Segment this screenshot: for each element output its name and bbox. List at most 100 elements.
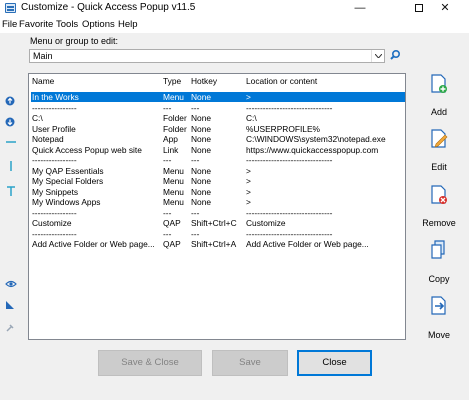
edit-icon[interactable] [430,129,448,148]
maximize-icon [415,4,423,13]
cell-location: ------------------------------- [246,102,333,113]
cell-type: Link [163,144,179,155]
cell-type: Menu [163,176,184,186]
cell-hotkey: None [191,176,212,186]
minimize-button[interactable]: — [338,0,382,17]
chevron-down-icon[interactable] [371,50,384,62]
cell-location: ------------------------------- [246,155,333,165]
cell-hotkey: None [191,165,212,176]
cell-location: ------------------------------- [246,207,333,218]
table-row[interactable]: ---------------- --- --- ------------------… [31,155,405,165]
cell-name: In the Works [32,92,79,102]
table-row[interactable]: Add Active Folder or Web page... QAP Shift… [31,239,405,249]
copy-label[interactable]: Copy [414,274,464,284]
column-header-type[interactable]: Type [163,76,191,86]
remove-label[interactable]: Remove [414,218,464,228]
column-header-hotkey[interactable]: Hotkey [191,76,246,86]
cell-type: Folder [163,113,187,123]
menu-select-dropdown[interactable]: Main [29,49,385,63]
cell-type: --- [163,155,172,165]
table-row[interactable]: ---------------- --- --- ------------------… [31,103,405,113]
save-and-close-button[interactable]: Save & Close [98,350,202,376]
cell-type: QAP [163,239,181,249]
eye-icon[interactable] [5,279,17,291]
move-up-icon[interactable] [5,96,17,108]
column-header-location[interactable]: Location or content [246,76,404,86]
save-button[interactable]: Save [212,350,288,376]
cell-hotkey: None [191,113,212,123]
close-window-button[interactable]: ✕ [423,0,467,17]
cell-name: ---------------- [32,102,77,113]
cell-name: My Special Folders [32,176,104,186]
table-row[interactable]: Quick Access Popup web site Link None https… [31,145,405,155]
menu-options[interactable]: Options [82,19,115,30]
cell-hotkey: None [191,134,212,144]
title-bar: Customize - Quick Access Popup v11.5 — ✕ [0,0,469,17]
sort-icon[interactable] [5,300,17,312]
menu-favorite[interactable]: Favorite [19,19,53,30]
cell-name: Add Active Folder or Web page... [32,239,155,249]
cell-hotkey: Shift+Ctrl+A [191,239,237,249]
table-row[interactable]: In the Works Menu None > [31,92,405,102]
move-down-icon[interactable] [5,117,17,129]
cell-type: Folder [163,123,187,134]
table-row[interactable]: My Windows Apps Menu None > [31,197,405,207]
table-row[interactable]: Customize QAP Shift+Ctrl+C Customize [31,218,405,228]
cell-name: My Snippets [32,186,79,197]
edit-label[interactable]: Edit [414,162,464,172]
cell-location: > [246,186,251,197]
cell-location: > [246,92,251,102]
text-separator-icon[interactable] [5,185,17,197]
column-break-icon[interactable] [5,160,17,172]
cell-hotkey: --- [191,102,200,113]
cell-location: > [246,197,251,207]
cell-name: User Profile [32,123,76,134]
cell-name: ---------------- [32,228,77,239]
search-icon[interactable] [389,49,401,61]
add-label[interactable]: Add [414,107,464,117]
table-row[interactable]: Notepad App None C:\WINDOWS\system32\notepa… [31,134,405,144]
column-header-name[interactable]: Name [32,76,162,86]
cell-name: Quick Access Popup web site [32,144,142,155]
table-row[interactable]: User Profile Folder None %USERPROFILE% [31,124,405,134]
cell-hotkey: --- [191,155,200,165]
cell-type: Menu [163,197,184,207]
cell-location: > [246,165,251,176]
cell-location: %USERPROFILE% [246,123,320,134]
table-row[interactable]: C:\ Folder None C:\ [31,113,405,123]
cell-location: C:\ [246,113,257,123]
menu-tools[interactable]: Tools [56,19,78,30]
cell-hotkey: None [191,197,212,207]
table-row[interactable]: ---------------- --- --- ------------------… [31,229,405,239]
move-icon[interactable] [430,296,448,315]
copy-icon[interactable] [430,240,448,259]
close-button[interactable]: Close [297,350,372,376]
menu-bar: File Favorite Tools Options Help [0,17,469,33]
menu-file[interactable]: File [2,19,17,30]
table-row[interactable]: My Special Folders Menu None > [31,176,405,186]
cell-location: https://www.quickaccesspopup.com [246,144,379,155]
cell-name: Notepad [32,134,64,144]
cell-name: ---------------- [32,155,77,165]
cell-location: Add Active Folder or Web page... [246,239,369,249]
cell-hotkey: None [191,186,212,197]
separator-icon[interactable] [5,136,17,148]
cell-hotkey: None [191,123,212,134]
cell-name: My Windows Apps [32,197,101,207]
favorites-list[interactable]: Name Type Hotkey Location or content In … [28,73,406,340]
table-row[interactable]: My Snippets Menu None > [31,187,405,197]
move-label[interactable]: Move [414,330,464,340]
menu-select-label: Menu or group to edit: [30,36,119,46]
table-row[interactable]: ---------------- --- --- ------------------… [31,208,405,218]
cell-type: Menu [163,92,184,102]
cell-name: My QAP Essentials [32,165,104,176]
remove-icon[interactable] [430,185,448,204]
table-row[interactable]: My QAP Essentials Menu None > [31,166,405,176]
cell-name: ---------------- [32,207,77,218]
add-icon[interactable] [430,74,448,93]
pin-icon[interactable] [5,323,17,335]
cell-type: Menu [163,186,184,197]
cell-hotkey: None [191,144,212,155]
cell-type: --- [163,228,172,239]
menu-help[interactable]: Help [118,19,138,30]
